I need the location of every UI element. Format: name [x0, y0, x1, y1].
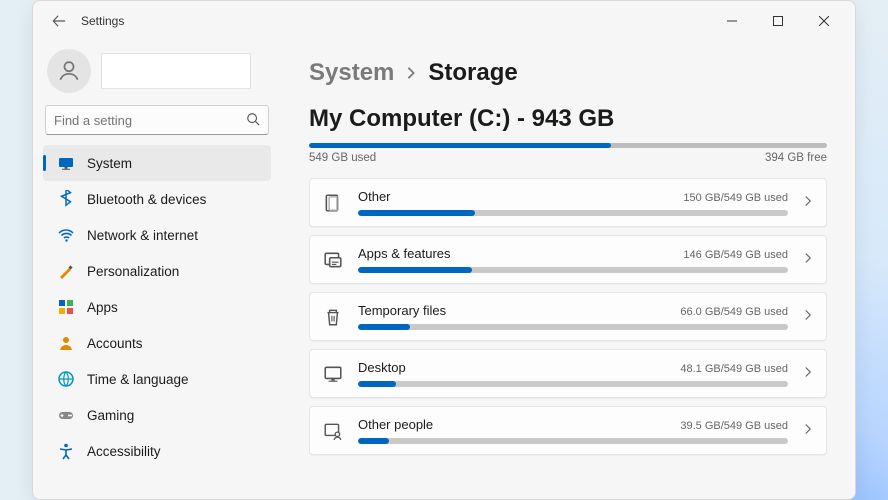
brush-icon — [57, 262, 75, 280]
desktop-icon — [322, 364, 344, 384]
breadcrumb: System Storage — [309, 59, 827, 87]
category-name: Apps & features — [358, 246, 451, 261]
breadcrumb-current: Storage — [428, 59, 517, 87]
storage-category-other-people[interactable]: Other people 39.5 GB/549 GB used — [309, 406, 827, 455]
nav-item-gaming[interactable]: Gaming — [43, 397, 271, 433]
bluetooth-icon — [57, 190, 75, 208]
breadcrumb-parent[interactable]: System — [309, 59, 394, 87]
nav-item-label: Accounts — [87, 336, 143, 351]
nav-item-label: System — [87, 156, 132, 171]
page-icon — [322, 193, 344, 213]
category-bar — [358, 381, 788, 387]
chevron-right-icon — [802, 366, 814, 381]
nav-item-label: Gaming — [87, 408, 134, 423]
category-stat: 146 GB/549 GB used — [683, 249, 788, 261]
storage-category-apps-features[interactable]: Apps & features 146 GB/549 GB used — [309, 235, 827, 284]
titlebar: Settings — [33, 1, 855, 41]
person-icon — [56, 58, 82, 84]
minimize-button[interactable] — [709, 5, 755, 37]
nav-item-network-internet[interactable]: Network & internet — [43, 217, 271, 253]
category-name: Other — [358, 189, 391, 204]
globe-icon — [57, 370, 75, 388]
storage-category-other[interactable]: Other 150 GB/549 GB used — [309, 178, 827, 227]
search-icon — [246, 112, 260, 129]
category-stat: 66.0 GB/549 GB used — [680, 306, 788, 318]
category-bar — [358, 438, 788, 444]
profile-name-box — [101, 53, 251, 89]
nav-item-label: Apps — [87, 300, 118, 315]
nav-item-system[interactable]: System — [43, 145, 271, 181]
chevron-right-icon — [802, 195, 814, 210]
otherpeople-icon — [322, 421, 344, 441]
main-content: System Storage My Computer (C:) - 943 GB… — [281, 41, 855, 499]
nav-item-apps[interactable]: Apps — [43, 289, 271, 325]
nav-item-label: Bluetooth & devices — [87, 192, 206, 207]
avatar — [47, 49, 91, 93]
app-title: Settings — [81, 14, 124, 28]
minimize-icon — [727, 16, 737, 26]
drive-title: My Computer (C:) - 943 GB — [309, 105, 827, 133]
category-bar — [358, 267, 788, 273]
drive-meta: 549 GB used 394 GB free — [309, 152, 827, 164]
storage-category-desktop[interactable]: Desktop 48.1 GB/549 GB used — [309, 349, 827, 398]
gamepad-icon — [57, 406, 75, 424]
maximize-icon — [773, 16, 783, 26]
nav-item-personalization[interactable]: Personalization — [43, 253, 271, 289]
close-icon — [819, 16, 829, 26]
category-bar — [358, 210, 788, 216]
sidebar: System Bluetooth & devices Network & inter… — [33, 41, 281, 499]
wifi-icon — [57, 226, 75, 244]
settings-window: Settings SystemBluet — [32, 0, 856, 500]
trash-icon — [322, 307, 344, 327]
drive-free-label: 394 GB free — [765, 152, 827, 164]
close-button[interactable] — [801, 5, 847, 37]
chevron-right-icon — [802, 423, 814, 438]
drive-used-label: 549 GB used — [309, 152, 376, 164]
maximize-button[interactable] — [755, 5, 801, 37]
category-name: Temporary files — [358, 303, 446, 318]
storage-category-temporary-files[interactable]: Temporary files 66.0 GB/549 GB used — [309, 292, 827, 341]
profile-area[interactable] — [43, 47, 271, 105]
appsfeat-icon — [322, 250, 344, 270]
nav-item-label: Accessibility — [87, 444, 161, 459]
nav-item-label: Personalization — [87, 264, 179, 279]
nav-item-label: Time & language — [87, 372, 189, 387]
person-icon — [57, 334, 75, 352]
back-arrow-icon — [52, 14, 66, 28]
chevron-right-icon — [802, 252, 814, 267]
nav-item-accessibility[interactable]: Accessibility — [43, 433, 271, 469]
accessibility-icon — [57, 442, 75, 460]
category-stat: 150 GB/549 GB used — [683, 192, 788, 204]
category-name: Desktop — [358, 360, 406, 375]
nav-list: System Bluetooth & devices Network & inter… — [43, 145, 271, 499]
category-stat: 48.1 GB/549 GB used — [680, 363, 788, 375]
nav-item-bluetooth-devices[interactable]: Bluetooth & devices — [43, 181, 271, 217]
search-input[interactable] — [54, 113, 246, 128]
chevron-right-icon — [404, 59, 418, 87]
back-button[interactable] — [47, 9, 71, 33]
nav-item-time-language[interactable]: Time & language — [43, 361, 271, 397]
category-stat: 39.5 GB/549 GB used — [680, 420, 788, 432]
monitor-icon — [57, 154, 75, 172]
chevron-right-icon — [802, 309, 814, 324]
nav-item-accounts[interactable]: Accounts — [43, 325, 271, 361]
apps-icon — [57, 298, 75, 316]
category-bar — [358, 324, 788, 330]
nav-item-label: Network & internet — [87, 228, 198, 243]
search-box[interactable] — [45, 105, 269, 135]
drive-usage-bar — [309, 143, 827, 148]
category-name: Other people — [358, 417, 433, 432]
